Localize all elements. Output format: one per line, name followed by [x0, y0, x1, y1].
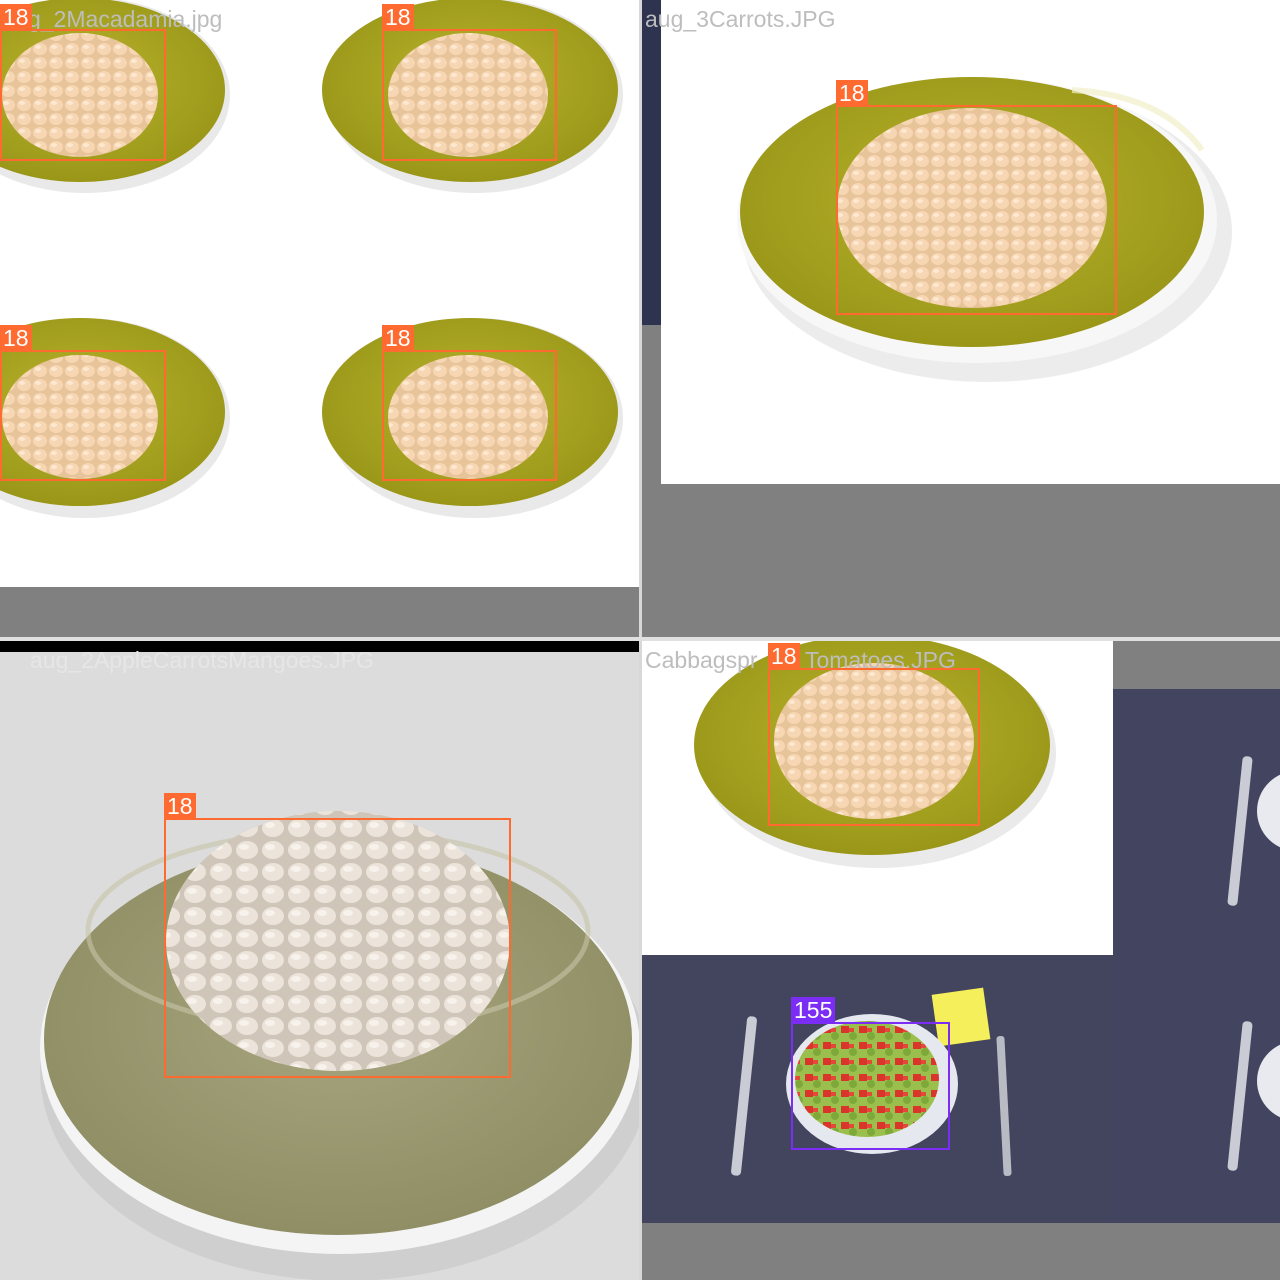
detection-label: 155	[791, 997, 836, 1024]
detection-label: 18	[382, 325, 414, 352]
mosaic-tile-pale-plate: aug_2AppleCarrotsMangoes.JPG 18	[0, 641, 639, 1280]
detection-box: 18	[0, 4, 166, 161]
detection-label: 18	[768, 643, 800, 670]
detection-box: 18	[382, 325, 557, 481]
detection-box: 18	[836, 80, 1117, 315]
mosaic-tile-mixed: Cabbagspr Tomatoes.JPG 18 155	[642, 641, 1280, 1280]
single-plate-photo	[642, 0, 1280, 484]
detection-box: 18	[382, 4, 557, 161]
detection-label: 18	[382, 4, 414, 31]
mosaic-tile-macadamia-grid: g_2Macadamia.jpg 18 18 18 18	[0, 0, 640, 640]
detection-label: 18	[164, 793, 196, 820]
detection-label: 18	[0, 325, 32, 352]
detection-label: 18	[0, 4, 32, 31]
tile-filename: aug_3Carrots.JPG	[645, 6, 836, 32]
detection-box: 18	[0, 325, 166, 481]
tile-filename: aug_2AppleCarrotsMangoes.JPG	[30, 647, 374, 673]
tile-filename: Cabbagspr	[645, 647, 758, 673]
detection-box: 18	[768, 643, 980, 826]
mosaic-tile-single-plate: aug_3Carrots.JPG 18	[642, 0, 1280, 640]
tile-separator-horizontal	[0, 637, 1280, 641]
detection-label: 18	[836, 80, 868, 107]
detection-box-purple: 155	[791, 997, 950, 1150]
detection-box: 18	[164, 793, 511, 1078]
